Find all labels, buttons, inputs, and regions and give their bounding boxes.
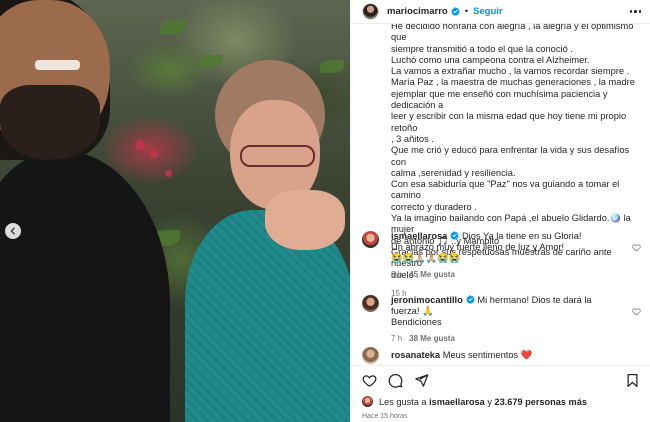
likes-count[interactable]: 23.679 personas más [494, 397, 586, 407]
commenter-username[interactable]: jeronimocantillo [391, 295, 463, 305]
man-figure [0, 0, 170, 422]
caption-line: correcto y duradero . [391, 201, 477, 212]
action-row [351, 366, 650, 396]
post-media[interactable] [0, 0, 350, 422]
comment-like-heart-icon[interactable] [632, 307, 641, 316]
commenter-avatar[interactable] [362, 231, 379, 248]
verified-badge-icon [466, 295, 475, 304]
comment-text: Un abrazo muy fuerte lleno de luz y Amor… [391, 242, 565, 252]
comment-text: Dios Ya la tiene en su Gloria! [461, 231, 582, 241]
caption-line: Con esa sabiduría que "Paz" nos va guian… [391, 179, 620, 201]
post-details-panel: mariocimarro • Seguir He decidido honrar… [350, 0, 650, 422]
follow-button[interactable]: Seguir [473, 6, 503, 17]
comment-bubble-icon[interactable] [388, 373, 403, 388]
verified-badge-icon [450, 231, 459, 240]
comment-text: Bendiciones [391, 317, 442, 327]
comment-time[interactable]: 9 h [391, 269, 402, 280]
caption-line: He decidido honrarla con alegría , la al… [391, 24, 634, 43]
post-actions: Les gusta a ismaellarosa y 23.679 person… [351, 365, 650, 422]
post-header: mariocimarro • Seguir [351, 0, 650, 24]
commenter-avatar[interactable] [362, 347, 379, 364]
header-separator: • [464, 6, 469, 17]
comment-item: rosanateka Meus sentimentos ❤️ [362, 347, 647, 364]
heart-icon[interactable] [362, 373, 377, 388]
caption-line: Luchó como una campeona contra el Alzhei… [391, 54, 590, 65]
comment-text: 😭😭🙏🏼🙏🏼😭😭 [391, 253, 461, 263]
more-options-button[interactable] [629, 6, 641, 17]
likes-prefix: Les gusta a [379, 396, 427, 407]
caption-line: leer y escribir con la misma edad que ho… [391, 111, 627, 133]
commenter-username[interactable]: rosanateka [391, 350, 440, 360]
comment-item: jeronimocantillo Mi hermano! Dios te dar… [362, 295, 647, 344]
paper-plane-icon[interactable] [414, 373, 429, 388]
comment-time[interactable]: 7 h [391, 333, 402, 344]
woman-figure [185, 60, 350, 422]
caption-line: La vamos a extrañar mucho , la vamos rec… [391, 66, 630, 77]
author-avatar[interactable] [362, 3, 379, 20]
comment-likes[interactable]: 45 Me gusta [409, 269, 455, 280]
bookmark-icon[interactable] [625, 373, 640, 388]
commenter-avatar[interactable] [362, 295, 379, 312]
caption-line: Que me crió y educó para enfrentar la vi… [391, 145, 630, 167]
chevron-left-icon [10, 227, 15, 235]
comment-likes[interactable]: 38 Me gusta [409, 333, 455, 344]
comment-item: ismaellarosa Dios Ya la tiene en su Glor… [362, 231, 647, 280]
comment-text: Meus sentimentos ❤️ [442, 350, 533, 360]
caption-line: siempre transmitió a todo el que la cono… [391, 43, 573, 54]
author-username[interactable]: mariocimarro [387, 6, 448, 17]
caption-line: María Paz , la maestra de muchas generac… [391, 77, 635, 88]
more-horizontal-icon [629, 10, 632, 13]
caption-line: , 3 añitos . [391, 133, 434, 144]
caption-line: ejemplar que me enseñó con muchísima pac… [391, 88, 608, 111]
verified-badge-icon [451, 7, 460, 16]
carousel-prev-button[interactable] [5, 223, 21, 239]
likes-summary: Les gusta a ismaellarosa y 23.679 person… [362, 396, 587, 407]
likes-user[interactable]: ismaellarosa [429, 397, 485, 407]
commenter-username[interactable]: ismaellarosa [391, 231, 447, 241]
comments-scroll-area[interactable]: He decidido honrarla con alegría , la al… [351, 24, 650, 365]
likes-connector: y [487, 396, 492, 407]
liker-avatar[interactable] [362, 396, 373, 407]
posted-ago[interactable]: Hace 15 horas [362, 413, 408, 420]
comment-like-heart-icon[interactable] [632, 243, 641, 252]
caption-line: calma ,serenidad y resiliencia. [391, 167, 516, 178]
